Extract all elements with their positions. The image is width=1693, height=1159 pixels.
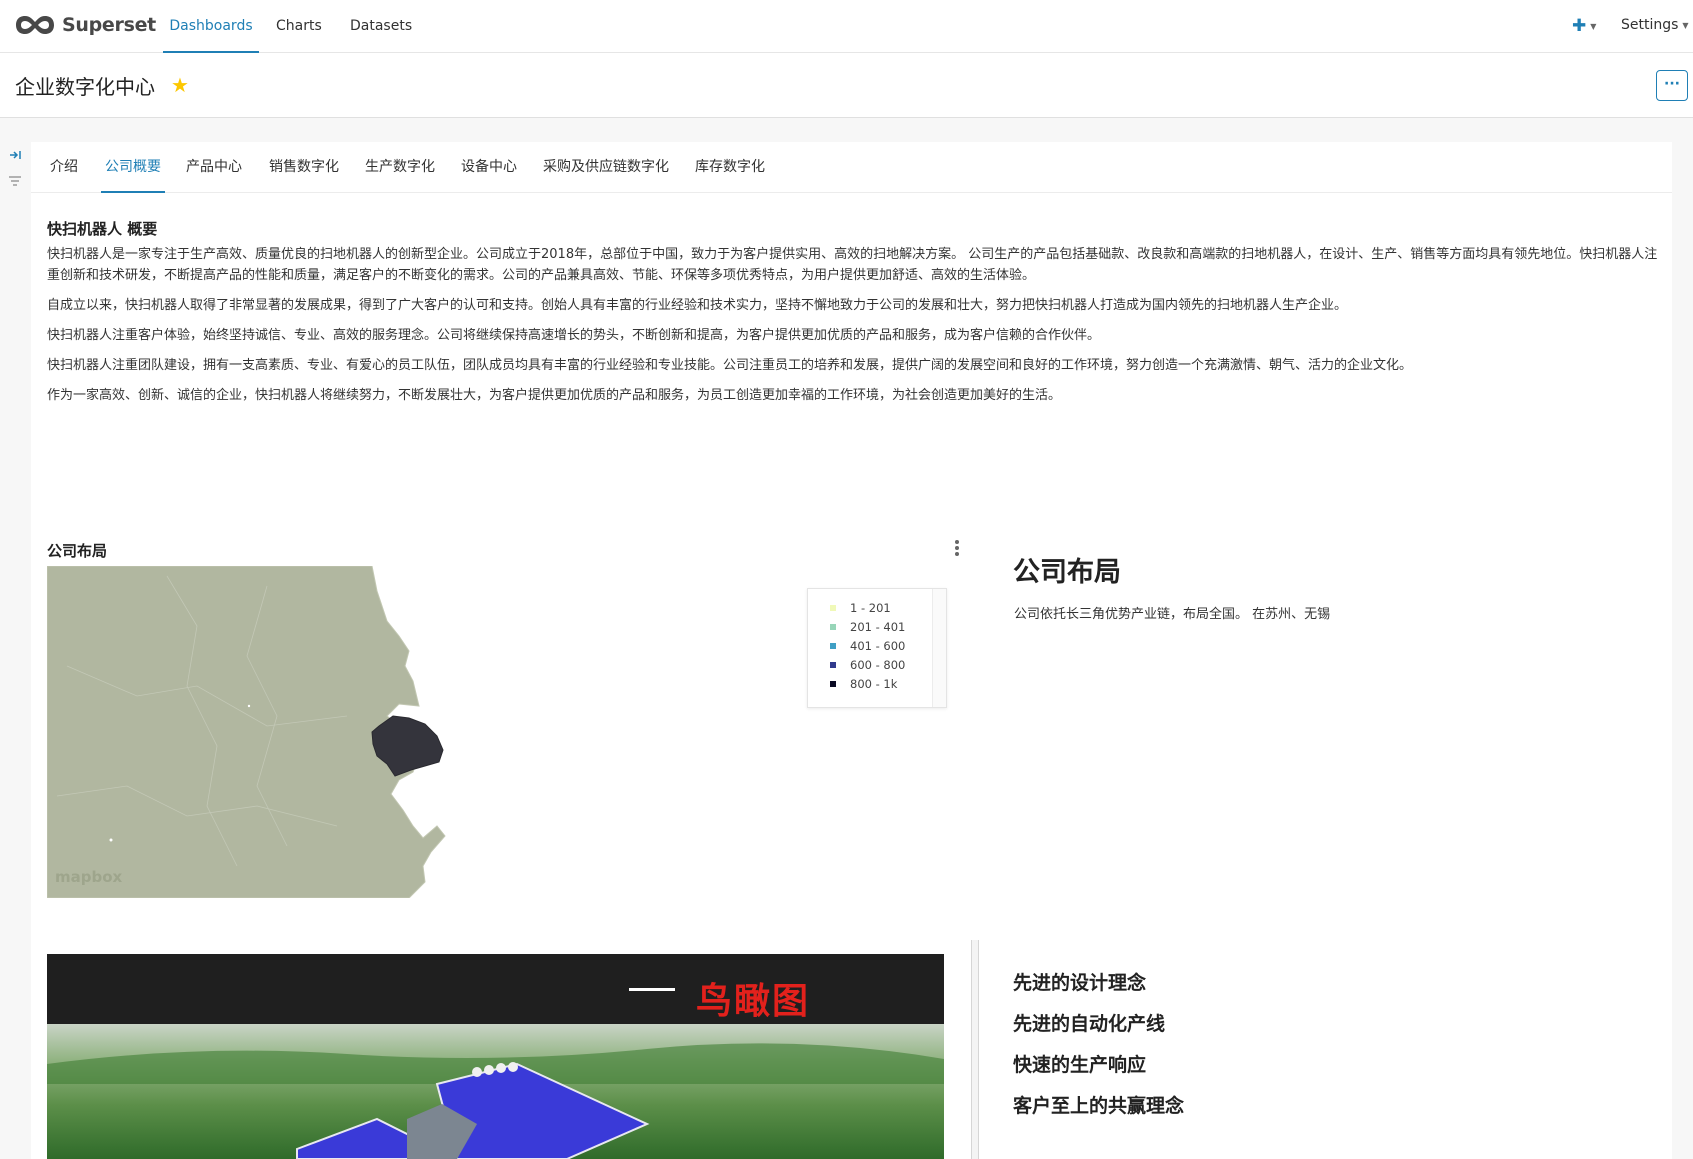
image-caption: 鸟瞰图: [696, 981, 811, 1022]
nav-charts[interactable]: Charts: [276, 0, 322, 53]
chevron-down-icon: ▼: [1590, 21, 1597, 31]
expand-filters-icon[interactable]: [8, 148, 22, 162]
caption-dash: [629, 988, 675, 991]
filter-rail: [0, 118, 30, 1159]
map-city-dot: [109, 838, 113, 842]
aerial-scene: [47, 1024, 944, 1159]
plus-icon: ✚: [1572, 16, 1587, 36]
favorite-star-icon[interactable]: ★: [171, 73, 189, 97]
legend-label: 1 - 201: [850, 601, 891, 615]
image-banner: 鸟瞰图: [47, 954, 944, 1024]
map-chart[interactable]: mapbox 1 - 201 201 - 401 401 - 600 600 -…: [47, 566, 947, 898]
legend-label: 201 - 401: [850, 620, 906, 634]
legend-swatch: [830, 624, 836, 630]
map-chart-title: 公司布局: [47, 542, 108, 560]
tab-sales-digital[interactable]: 销售数字化: [265, 142, 343, 193]
nav-dashboards[interactable]: Dashboards: [163, 0, 259, 53]
legend-swatch: [830, 605, 836, 611]
superset-logo[interactable]: Superset: [14, 10, 156, 40]
intro-paragraph: 快扫机器人注重团队建设，拥有一支高素质、专业、有爱心的员工队伍，团队成员均具有丰…: [47, 358, 1413, 373]
intro-paragraph: 作为一家高效、创新、诚信的企业，快扫机器人将继续努力，不断发展壮大，为客户提供更…: [47, 388, 1062, 403]
feature-item: 快速的生产响应: [1013, 1054, 1147, 1076]
feature-item: 先进的设计理念: [1013, 972, 1147, 994]
legend-label: 600 - 800: [850, 658, 906, 672]
superset-logo-icon: [16, 16, 54, 34]
dashboard-tabs: 介绍 公司概要 产品中心 销售数字化 生产数字化 设备中心 采购及供应链数字化 …: [31, 142, 1672, 193]
factory-illustration: [47, 1043, 944, 1159]
intro-title: 快扫机器人 概要: [47, 220, 158, 238]
tab-inventory-digital[interactable]: 库存数字化: [691, 142, 769, 193]
feature-item: 客户至上的共赢理念: [1013, 1095, 1185, 1117]
tab-product-center[interactable]: 产品中心: [182, 142, 246, 193]
legend-item: 401 - 600: [830, 639, 905, 653]
layout-card-text: 公司依托长三角优势产业链，布局全国。 在苏州、无锡: [1014, 607, 1331, 622]
feature-item: 先进的自动化产线: [1013, 1013, 1166, 1035]
legend-item: 800 - 1k: [830, 677, 897, 691]
dashboard-header: 企业数字化中心 ★ ···: [0, 53, 1693, 118]
layout-card-heading: 公司布局: [1013, 557, 1121, 588]
more-actions-button[interactable]: ···: [1656, 70, 1688, 101]
legend-scrollbar[interactable]: [932, 589, 946, 707]
dashboard-title[interactable]: 企业数字化中心: [15, 71, 155, 100]
chevron-down-icon: ▼: [1682, 20, 1689, 30]
tab-intro[interactable]: 介绍: [46, 142, 82, 193]
nav-datasets[interactable]: Datasets: [350, 0, 412, 53]
mapbox-watermark: mapbox: [55, 868, 123, 886]
legend-label: 401 - 600: [850, 639, 906, 653]
settings-label: Settings: [1621, 17, 1679, 33]
intro-body: 快扫机器人是一家专注于生产高效、质量优良的扫地机器人的创新型企业。公司成立于20…: [47, 244, 1667, 415]
legend-swatch: [830, 681, 836, 687]
map-city-dot: [247, 704, 251, 708]
legend-item: 600 - 800: [830, 658, 905, 672]
chart-menu-icon[interactable]: [951, 538, 963, 562]
settings-menu[interactable]: Settings ▼: [1621, 17, 1689, 33]
legend-item: 1 - 201: [830, 601, 891, 615]
plus-menu[interactable]: ✚ ▼: [1572, 16, 1596, 36]
map-legend: 1 - 201 201 - 401 401 - 600 600 - 800 80…: [807, 588, 947, 708]
aerial-view-image: 鸟瞰图: [47, 954, 944, 1159]
dashboard-content: 介绍 公司概要 产品中心 销售数字化 生产数字化 设备中心 采购及供应链数字化 …: [31, 142, 1672, 1159]
legend-swatch: [830, 643, 836, 649]
intro-paragraph: 自成立以来，快扫机器人取得了非常显著的发展成果，得到了广大客户的认可和支持。创始…: [47, 298, 1348, 313]
legend-item: 201 - 401: [830, 620, 905, 634]
tab-production-digital[interactable]: 生产数字化: [361, 142, 439, 193]
legend-swatch: [830, 662, 836, 668]
app-name: Superset: [62, 14, 156, 36]
column-resize-handle[interactable]: [971, 940, 979, 1159]
tab-equipment-center[interactable]: 设备中心: [457, 142, 521, 193]
tab-company-overview[interactable]: 公司概要: [101, 142, 165, 193]
filter-icon[interactable]: [8, 174, 22, 188]
intro-paragraph: 快扫机器人是一家专注于生产高效、质量优良的扫地机器人的创新型企业。公司成立于20…: [47, 247, 1658, 283]
top-navbar: Superset Dashboards Charts Datasets ✚ ▼ …: [0, 0, 1693, 53]
intro-paragraph: 快扫机器人注重客户体验，始终坚持诚信、专业、高效的服务理念。公司将继续保持高速增…: [47, 328, 1101, 343]
tab-procurement-supply-chain[interactable]: 采购及供应链数字化: [539, 142, 673, 193]
legend-label: 800 - 1k: [850, 677, 898, 691]
